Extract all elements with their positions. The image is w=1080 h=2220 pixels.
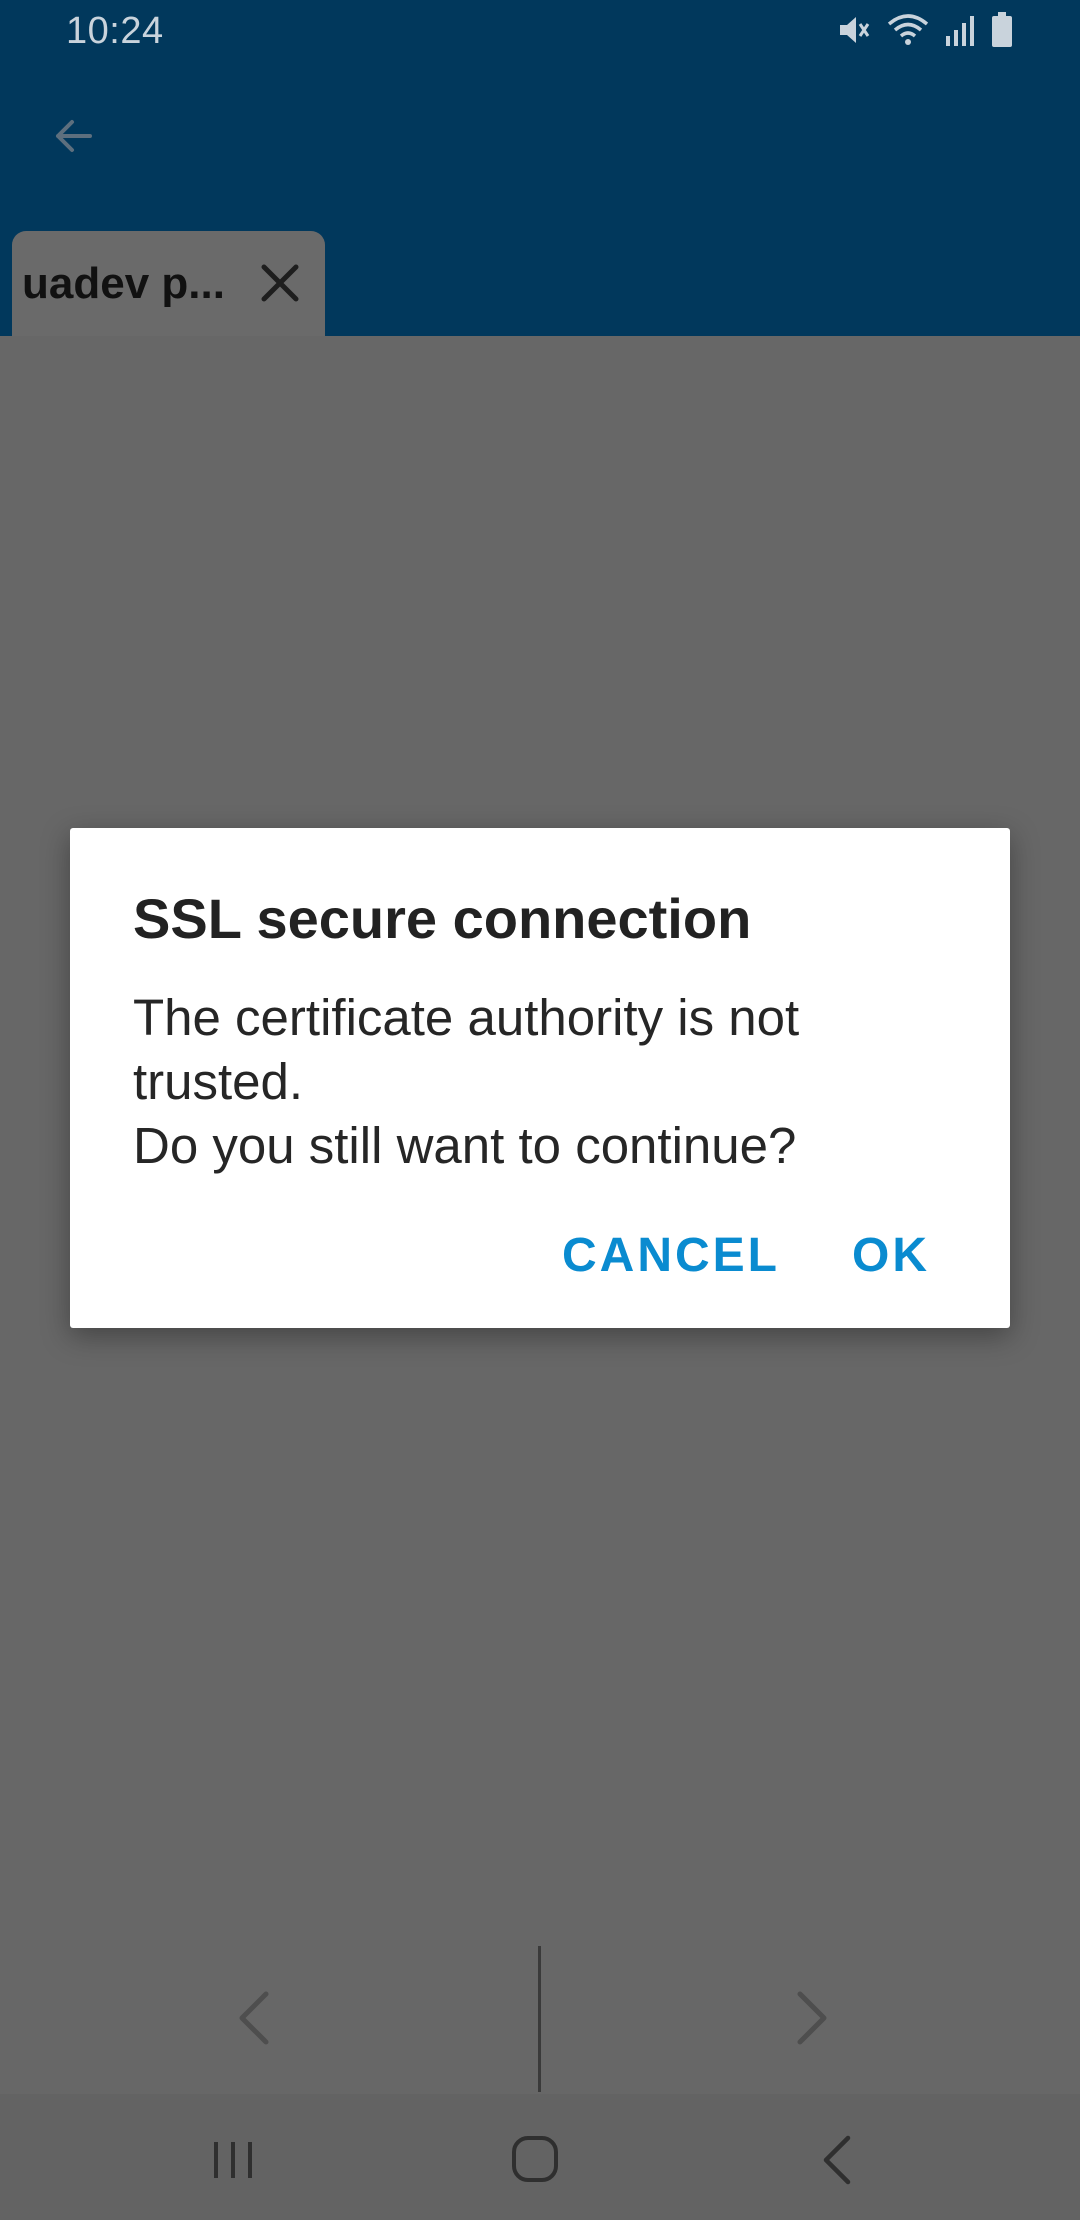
- nav-divider: [538, 1946, 541, 2092]
- status-icons: [836, 11, 1014, 54]
- recents-icon[interactable]: [206, 2138, 260, 2182]
- cancel-button[interactable]: CANCEL: [562, 1228, 780, 1283]
- ok-button[interactable]: OK: [852, 1228, 930, 1283]
- dialog-buttons: CANCEL OK: [562, 1228, 930, 1283]
- chevron-right-icon[interactable]: [786, 1990, 836, 2046]
- dialog-message-line: trusted.: [133, 1053, 304, 1110]
- status-time: 10:24: [66, 10, 164, 52]
- status-bar: 10:24: [0, 0, 1080, 66]
- close-icon[interactable]: [250, 253, 310, 313]
- screen: 10:24 uadev p... SSL secure connection T…: [0, 0, 1080, 2220]
- signal-icon: [944, 12, 976, 53]
- ssl-dialog: SSL secure connection The certificate au…: [70, 828, 1010, 1328]
- back-arrow-icon[interactable]: [48, 110, 100, 162]
- dialog-message: The certificate authority is not trusted…: [133, 986, 953, 1178]
- battery-icon: [990, 11, 1014, 54]
- dialog-message-line: The certificate authority is not: [133, 989, 800, 1046]
- home-icon[interactable]: [510, 2134, 560, 2184]
- browser-tab[interactable]: uadev p...: [12, 231, 325, 336]
- system-back-icon[interactable]: [818, 2134, 858, 2186]
- chevron-left-icon[interactable]: [230, 1990, 280, 2046]
- mute-icon: [836, 12, 872, 53]
- app-bar: 10:24 uadev p...: [0, 0, 1080, 336]
- dialog-title: SSL secure connection: [133, 887, 752, 950]
- wifi-icon: [886, 12, 930, 53]
- tab-label: uadev p...: [22, 259, 225, 308]
- dialog-message-line: Do you still want to continue?: [133, 1117, 797, 1174]
